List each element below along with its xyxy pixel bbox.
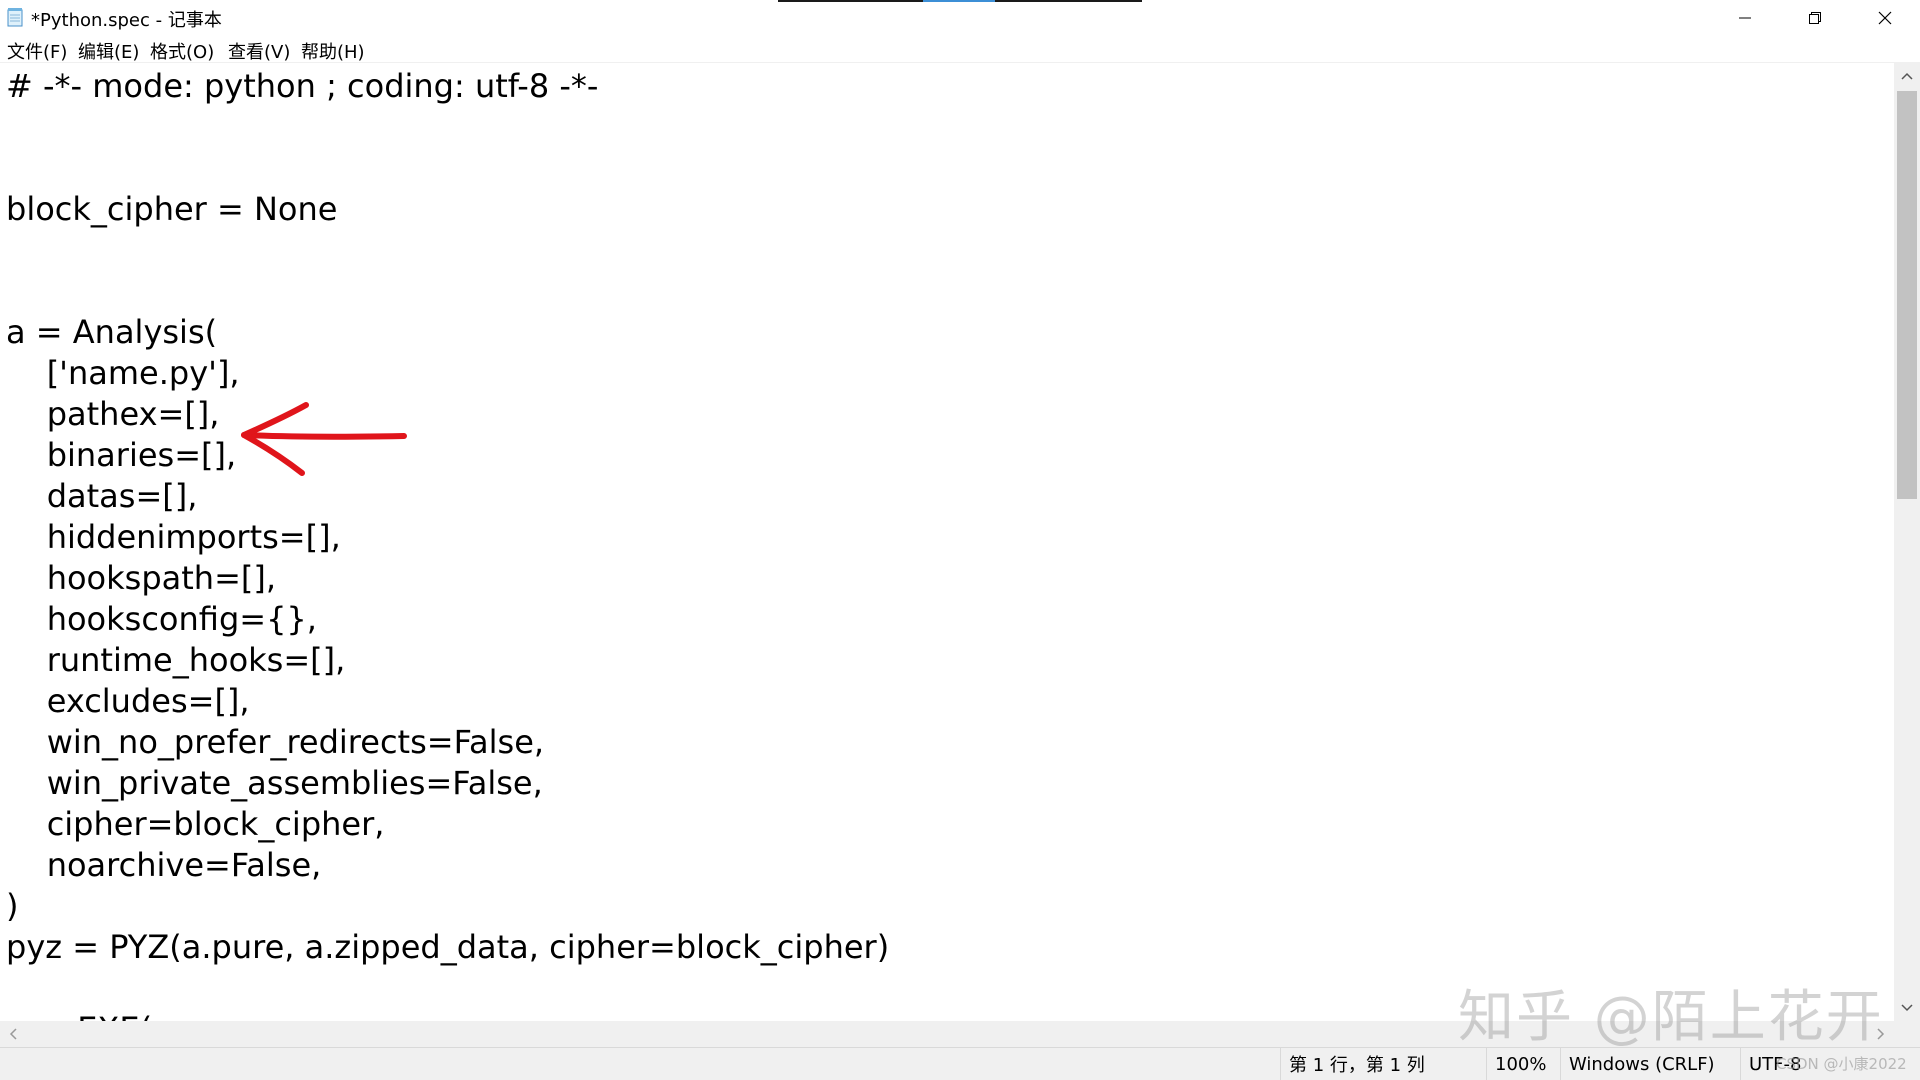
code-line: ['name.py'], [6,354,240,392]
menu-view[interactable]: 查看(V) [228,38,290,64]
chevron-up-icon [1901,72,1913,80]
code-line: win_no_prefer_redirects=False, [6,723,545,761]
scrollbar-corner [1894,1021,1920,1047]
notepad-window: *Python.spec - 记事本 文件(F) 编辑(E) 格式(O) 查看(… [0,0,1920,1080]
minimize-icon [1739,17,1751,19]
menu-format[interactable]: 格式(O) [150,38,214,64]
restore-button[interactable] [1780,0,1850,36]
code-line: EXE( [6,1009,889,1021]
notepad-app-icon [7,8,23,27]
code-line: hiddenimports=[], [6,518,341,556]
chevron-left-icon [9,1028,17,1040]
code-text[interactable]: # -*- mode: python ; coding: utf-8 -*- bl… [6,66,889,1021]
minimize-button[interactable] [1710,0,1780,36]
code-line: pathex=[], [6,395,220,433]
cursor-position-status: 第 1 行，第 1 列 [1280,1048,1486,1080]
chevron-down-icon [1901,1004,1913,1012]
csdn-watermark: CSDN @小康2022 [1776,1055,1907,1073]
close-icon [1878,11,1892,25]
menu-help[interactable]: 帮助(H) [301,38,365,64]
text-editor-area[interactable]: # -*- mode: python ; coding: utf-8 -*- bl… [0,63,1894,1021]
code-line: win_private_assemblies=False, [6,764,543,802]
scroll-left-button[interactable] [0,1021,26,1047]
code-line: binaries=[], [6,436,237,474]
code-line: noarchive=False, [6,846,322,884]
code-line: excludes=[], [6,682,250,720]
menu-edit[interactable]: 编辑(E) [78,38,139,64]
window-title: *Python.spec - 记事本 [31,10,222,31]
code-line: hooksconfig={}, [6,600,317,638]
menu-bar: 文件(F) 编辑(E) 格式(O) 查看(V) 帮助(H) [0,36,1920,64]
code-line: hookspath=[], [6,559,277,597]
close-button[interactable] [1850,0,1920,36]
code-line: pyz = PYZ(a.pure, a.zipped_data, cipher=… [6,928,890,966]
title-bar[interactable]: *Python.spec - 记事本 [0,0,1920,36]
scroll-up-button[interactable] [1894,63,1920,89]
vertical-scrollbar[interactable] [1894,63,1920,1021]
code-line: cipher=block_cipher, [6,805,385,843]
title-accent-highlight [923,0,995,2]
restore-icon [1809,12,1821,24]
code-line: # -*- mode: python ; coding: utf-8 -*- [6,67,599,105]
code-line: a = Analysis( [6,313,218,351]
code-line: block_cipher = None [6,190,338,228]
zhihu-watermark: 知乎 @陌上花开 [1458,985,1884,1050]
scroll-down-button[interactable] [1894,995,1920,1021]
code-line: runtime_hooks=[], [6,641,346,679]
code-line: ) [6,887,19,925]
menu-file[interactable]: 文件(F) [7,38,67,64]
vertical-scroll-thumb[interactable] [1897,91,1917,499]
code-line: datas=[], [6,477,198,515]
red-arrow-annotation-icon [241,402,407,476]
